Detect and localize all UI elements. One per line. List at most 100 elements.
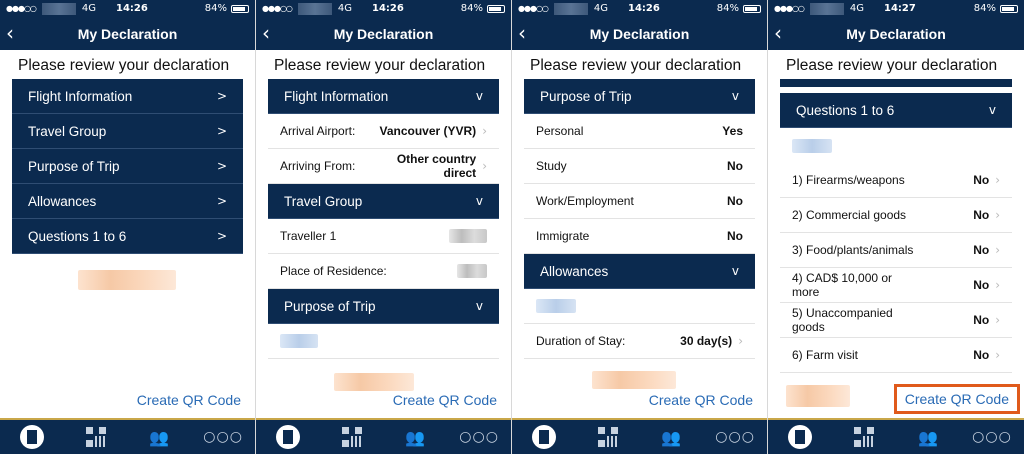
section-purpose-of-trip[interactable]: Purpose of Trip v <box>524 79 755 114</box>
redacted-info <box>78 270 176 290</box>
network-type: 4G <box>593 3 609 14</box>
row-question-2[interactable]: 2) Commercial goods No › <box>780 198 1012 233</box>
chevron-right-icon: > <box>216 159 227 173</box>
signal-icon: ●●●○○ <box>518 4 549 13</box>
page-title: My Declaration <box>333 25 434 42</box>
redacted-value <box>536 299 576 313</box>
section-flight-information[interactable]: Flight Information > <box>12 79 243 114</box>
qr-code-icon[interactable] <box>851 424 877 450</box>
status-time: 14:26 <box>116 3 148 14</box>
qr-code-icon[interactable] <box>339 424 365 450</box>
redacted-value <box>792 138 832 153</box>
chevron-right-icon: > <box>216 229 227 243</box>
carrier-redacted <box>809 2 844 15</box>
home-icon[interactable] <box>19 424 45 450</box>
network-type: 4G <box>849 3 865 14</box>
section-purpose-of-trip[interactable]: Purpose of Trip v <box>268 289 499 324</box>
row-place-of-residence[interactable]: Place of Residence: <box>268 254 499 289</box>
chevron-right-icon: › <box>482 159 487 173</box>
home-icon[interactable] <box>275 424 301 450</box>
row-question-4[interactable]: 4) CAD$ 10,000 or more No › <box>780 268 1012 303</box>
screens-container: ●●●○○ 4G 14:26 84% ‹ My Declaration Pleas… <box>0 0 1024 454</box>
more-icon[interactable]: ○○○ <box>203 424 242 450</box>
chevron-right-icon: › <box>738 334 743 348</box>
chevron-right-icon: > <box>216 89 227 103</box>
signal-icon: ●●●○○ <box>6 4 37 13</box>
chevron-down-icon: v <box>731 89 739 103</box>
redacted-value <box>449 229 487 243</box>
row-arriving-from[interactable]: Arriving From: Other country direct › <box>268 149 499 184</box>
create-qr-code-link[interactable]: Create QR Code <box>649 392 753 408</box>
chevron-right-icon: › <box>995 173 1000 187</box>
more-icon[interactable]: ○○○ <box>972 424 1011 450</box>
create-qr-code-link[interactable]: Create QR Code <box>137 392 241 408</box>
signal-icon: ●●●○○ <box>262 4 293 13</box>
chevron-right-icon: › <box>482 124 487 138</box>
section-travel-group[interactable]: Travel Group v <box>268 184 499 219</box>
create-qr-code-link[interactable]: Create QR Code <box>393 392 497 408</box>
chevron-down-icon: v <box>475 299 483 313</box>
page-title: My Declaration <box>846 25 946 42</box>
chevron-right-icon: › <box>995 243 1000 257</box>
battery-icon <box>1000 4 1018 13</box>
tab-bar: 👥 ○○○ <box>256 418 511 454</box>
chevron-down-icon: v <box>731 264 739 278</box>
review-title: Please review your declaration <box>274 57 486 74</box>
carrier-redacted <box>553 2 588 15</box>
section-flight-information[interactable]: Flight Information v <box>268 79 499 114</box>
section-allowances[interactable]: Allowances > <box>12 184 243 219</box>
status-bar: ●●●○○ 4G 14:26 84% <box>256 0 511 17</box>
nav-header: ‹ My Declaration <box>0 17 255 50</box>
home-icon[interactable] <box>531 424 557 450</box>
chevron-right-icon: › <box>995 348 1000 362</box>
people-icon[interactable]: 👥 <box>402 424 428 450</box>
row-redacted <box>780 128 1012 163</box>
people-icon[interactable]: 👥 <box>915 424 941 450</box>
battery-icon <box>231 4 249 13</box>
carrier-redacted <box>41 2 76 15</box>
section-purpose-of-trip[interactable]: Purpose of Trip > <box>12 149 243 184</box>
people-icon[interactable]: 👥 <box>146 424 172 450</box>
section-questions[interactable]: Questions 1 to 6 > <box>12 219 243 254</box>
row-question-3[interactable]: 3) Food/plants/animals No › <box>780 233 1012 268</box>
scrolled-section-edge <box>780 79 1012 87</box>
redacted-value <box>457 264 487 278</box>
signal-icon: ●●●○○ <box>774 4 805 13</box>
more-icon[interactable]: ○○○ <box>715 424 754 450</box>
status-bar: ●●●○○ 4G 14:26 84% <box>0 0 255 17</box>
people-icon[interactable]: 👥 <box>658 424 684 450</box>
chevron-right-icon: › <box>995 278 1000 292</box>
row-question-5[interactable]: 5) Unaccompanied goods No › <box>780 303 1012 338</box>
qr-code-icon[interactable] <box>83 424 109 450</box>
battery-percent: 84% <box>460 3 483 14</box>
section-questions[interactable]: Questions 1 to 6v <box>780 93 1012 128</box>
chevron-down-icon: v <box>475 194 483 208</box>
chevron-left-icon[interactable]: ‹ <box>262 23 280 43</box>
row-duration-of-stay[interactable]: Duration of Stay: 30 day(s) › <box>524 324 755 359</box>
chevron-left-icon[interactable]: ‹ <box>518 23 536 43</box>
more-icon[interactable]: ○○○ <box>459 424 498 450</box>
chevron-right-icon: > <box>216 124 227 138</box>
chevron-left-icon[interactable]: ‹ <box>6 23 24 43</box>
chevron-left-icon[interactable]: ‹ <box>774 23 792 43</box>
row-arrival-airport[interactable]: Arrival Airport: Vancouver (YVR) › <box>268 114 499 149</box>
status-bar: ●●●○○ 4G 14:26 84% <box>512 0 767 17</box>
battery-percent: 84% <box>204 3 227 14</box>
redacted-info <box>592 371 676 389</box>
row-question-6[interactable]: 6) Farm visit No › <box>780 338 1012 373</box>
section-allowances[interactable]: Allowances v <box>524 254 755 289</box>
create-qr-code-link[interactable]: Create QR Code <box>893 384 1020 414</box>
qr-code-icon[interactable] <box>595 424 621 450</box>
home-icon[interactable] <box>787 424 813 450</box>
row-immigrate: Immigrate No <box>524 219 755 254</box>
redacted-value <box>280 334 318 348</box>
row-question-1[interactable]: 1) Firearms/weapons No › <box>780 163 1012 198</box>
row-redacted <box>268 324 499 359</box>
nav-header: ‹ My Declaration <box>512 17 767 50</box>
chevron-right-icon: › <box>995 313 1000 327</box>
tab-bar: 👥 ○○○ <box>768 418 1024 454</box>
section-travel-group[interactable]: Travel Group > <box>12 114 243 149</box>
status-time: 14:26 <box>372 3 404 14</box>
row-traveller-1[interactable]: Traveller 1 <box>268 219 499 254</box>
battery-percent: 84% <box>973 3 996 14</box>
